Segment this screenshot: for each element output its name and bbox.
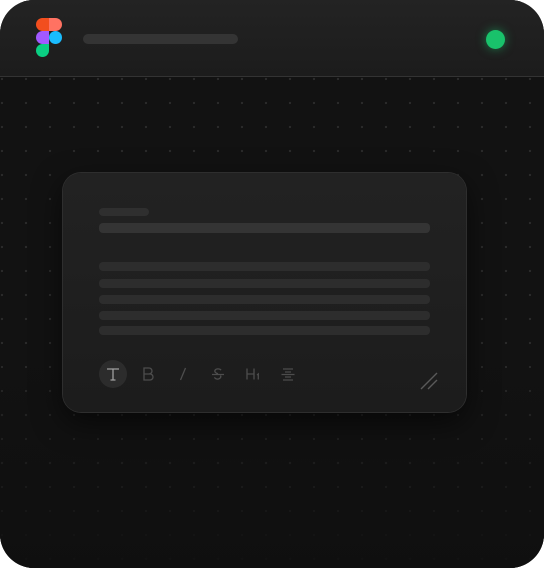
bold-button[interactable] xyxy=(134,360,162,388)
text-icon xyxy=(107,368,119,381)
strikethrough-button[interactable] xyxy=(204,360,232,388)
editor-body-line xyxy=(99,279,430,288)
status-indicator xyxy=(486,30,505,49)
strikethrough-icon xyxy=(212,368,224,380)
text-editor-card[interactable] xyxy=(63,173,466,412)
editor-body-line xyxy=(99,326,430,335)
italic-button[interactable] xyxy=(169,360,197,388)
app-window xyxy=(0,0,544,568)
text-tool-button[interactable] xyxy=(99,360,127,388)
bold-icon xyxy=(143,367,154,381)
heading-button[interactable] xyxy=(239,360,267,388)
align-icon xyxy=(281,368,295,381)
align-button[interactable] xyxy=(274,360,302,388)
heading-icon xyxy=(246,368,259,380)
window-title-placeholder xyxy=(83,34,238,44)
editor-heading-placeholder xyxy=(99,223,430,233)
figma-logo-icon xyxy=(36,18,62,57)
title-bar xyxy=(0,0,544,77)
editor-body-line xyxy=(99,311,430,320)
editor-body-line xyxy=(99,262,430,271)
editor-label-placeholder xyxy=(99,208,149,216)
editor-body-line xyxy=(99,295,430,304)
italic-icon xyxy=(179,367,187,381)
resize-handle-icon[interactable] xyxy=(419,371,439,391)
